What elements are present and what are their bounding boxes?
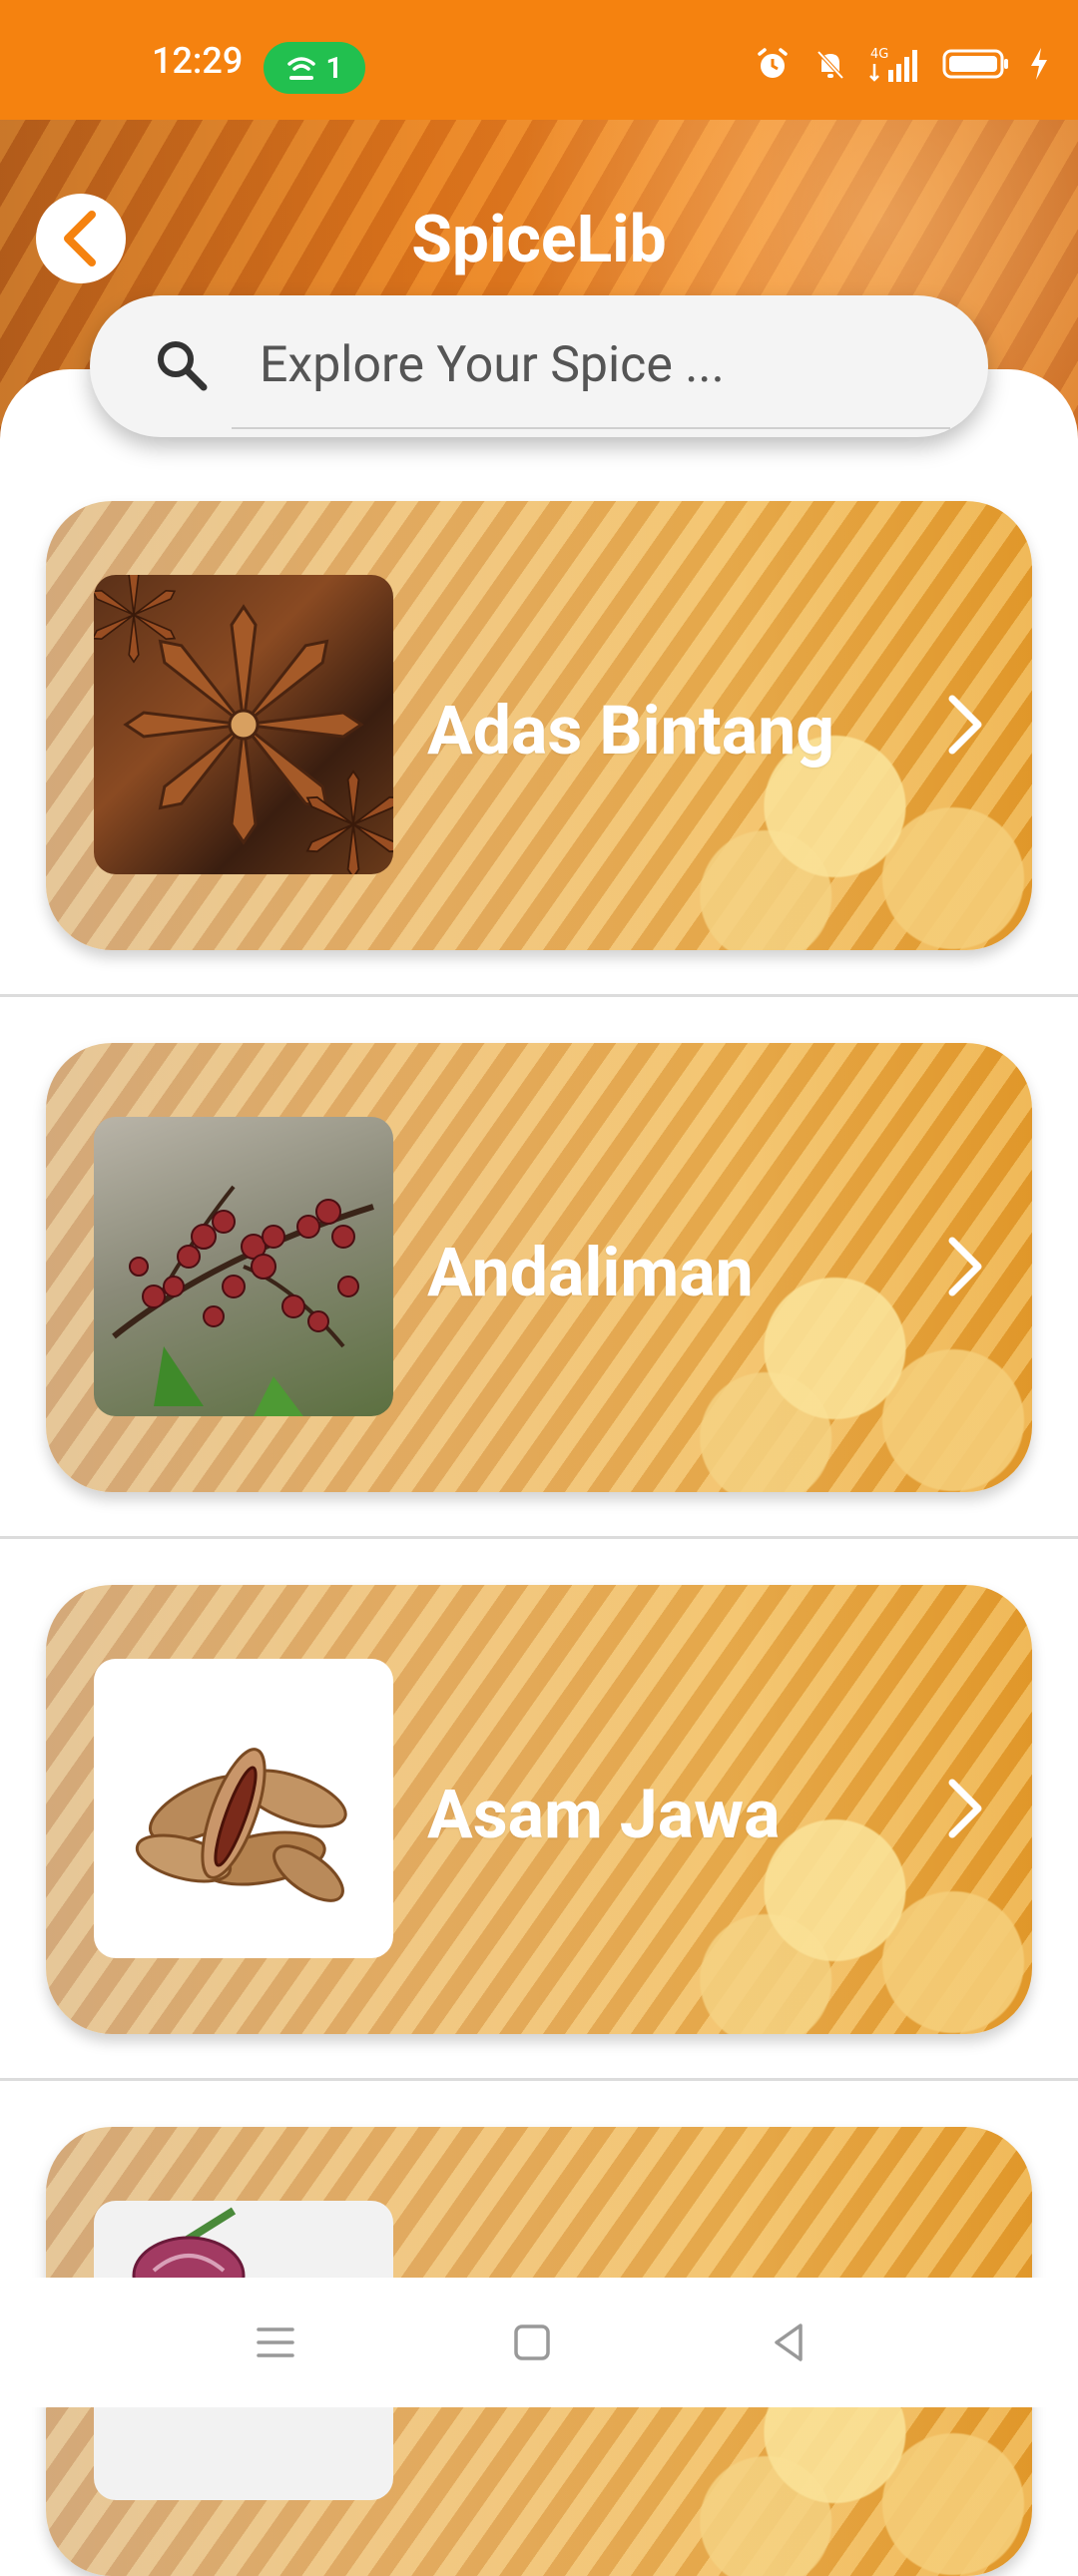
signal-icon: 4G — [868, 44, 924, 84]
search-input[interactable] — [258, 331, 940, 399]
system-nav-bar — [0, 2278, 1078, 2407]
page-title: SpiceLib — [411, 202, 667, 278]
spice-image-tamarind — [94, 1659, 393, 1958]
back-triangle-icon[interactable] — [765, 2318, 814, 2367]
status-bar: 12:29 1 4G — [0, 0, 1078, 120]
spice-card-asam-jawa[interactable]: Asam Jawa — [46, 1585, 1032, 2034]
list-divider — [0, 2078, 1078, 2081]
chevron-right-icon — [948, 695, 982, 755]
home-square-icon[interactable] — [507, 2318, 557, 2367]
list-divider — [0, 994, 1078, 997]
spice-image-star-anise — [94, 575, 393, 874]
hotspot-indicator: 1 — [264, 42, 365, 94]
charging-icon — [1028, 44, 1050, 84]
mute-bell-icon — [810, 44, 850, 84]
search-icon — [158, 341, 208, 391]
spice-name: Adas Bintang — [427, 691, 835, 771]
hotspot-count: 1 — [325, 50, 343, 86]
chevron-right-icon — [948, 1237, 982, 1296]
chevron-right-icon — [948, 1779, 982, 1838]
spice-name: Andaliman — [427, 1233, 754, 1312]
status-time: 12:29 — [152, 40, 244, 82]
alarm-icon — [753, 44, 793, 84]
spice-image-andaliman — [94, 1117, 393, 1416]
spice-name: Asam Jawa — [427, 1775, 781, 1854]
hotspot-icon — [287, 57, 316, 80]
spice-card-andaliman[interactable]: Andaliman — [46, 1043, 1032, 1492]
spice-card-adas-bintang[interactable]: Adas Bintang — [46, 501, 1032, 950]
menu-icon[interactable] — [251, 2318, 300, 2367]
search-bar[interactable] — [90, 295, 988, 437]
battery-icon — [942, 44, 1010, 84]
list-divider — [0, 1536, 1078, 1539]
search-underline — [232, 427, 950, 429]
network-type: 4G — [870, 47, 888, 62]
